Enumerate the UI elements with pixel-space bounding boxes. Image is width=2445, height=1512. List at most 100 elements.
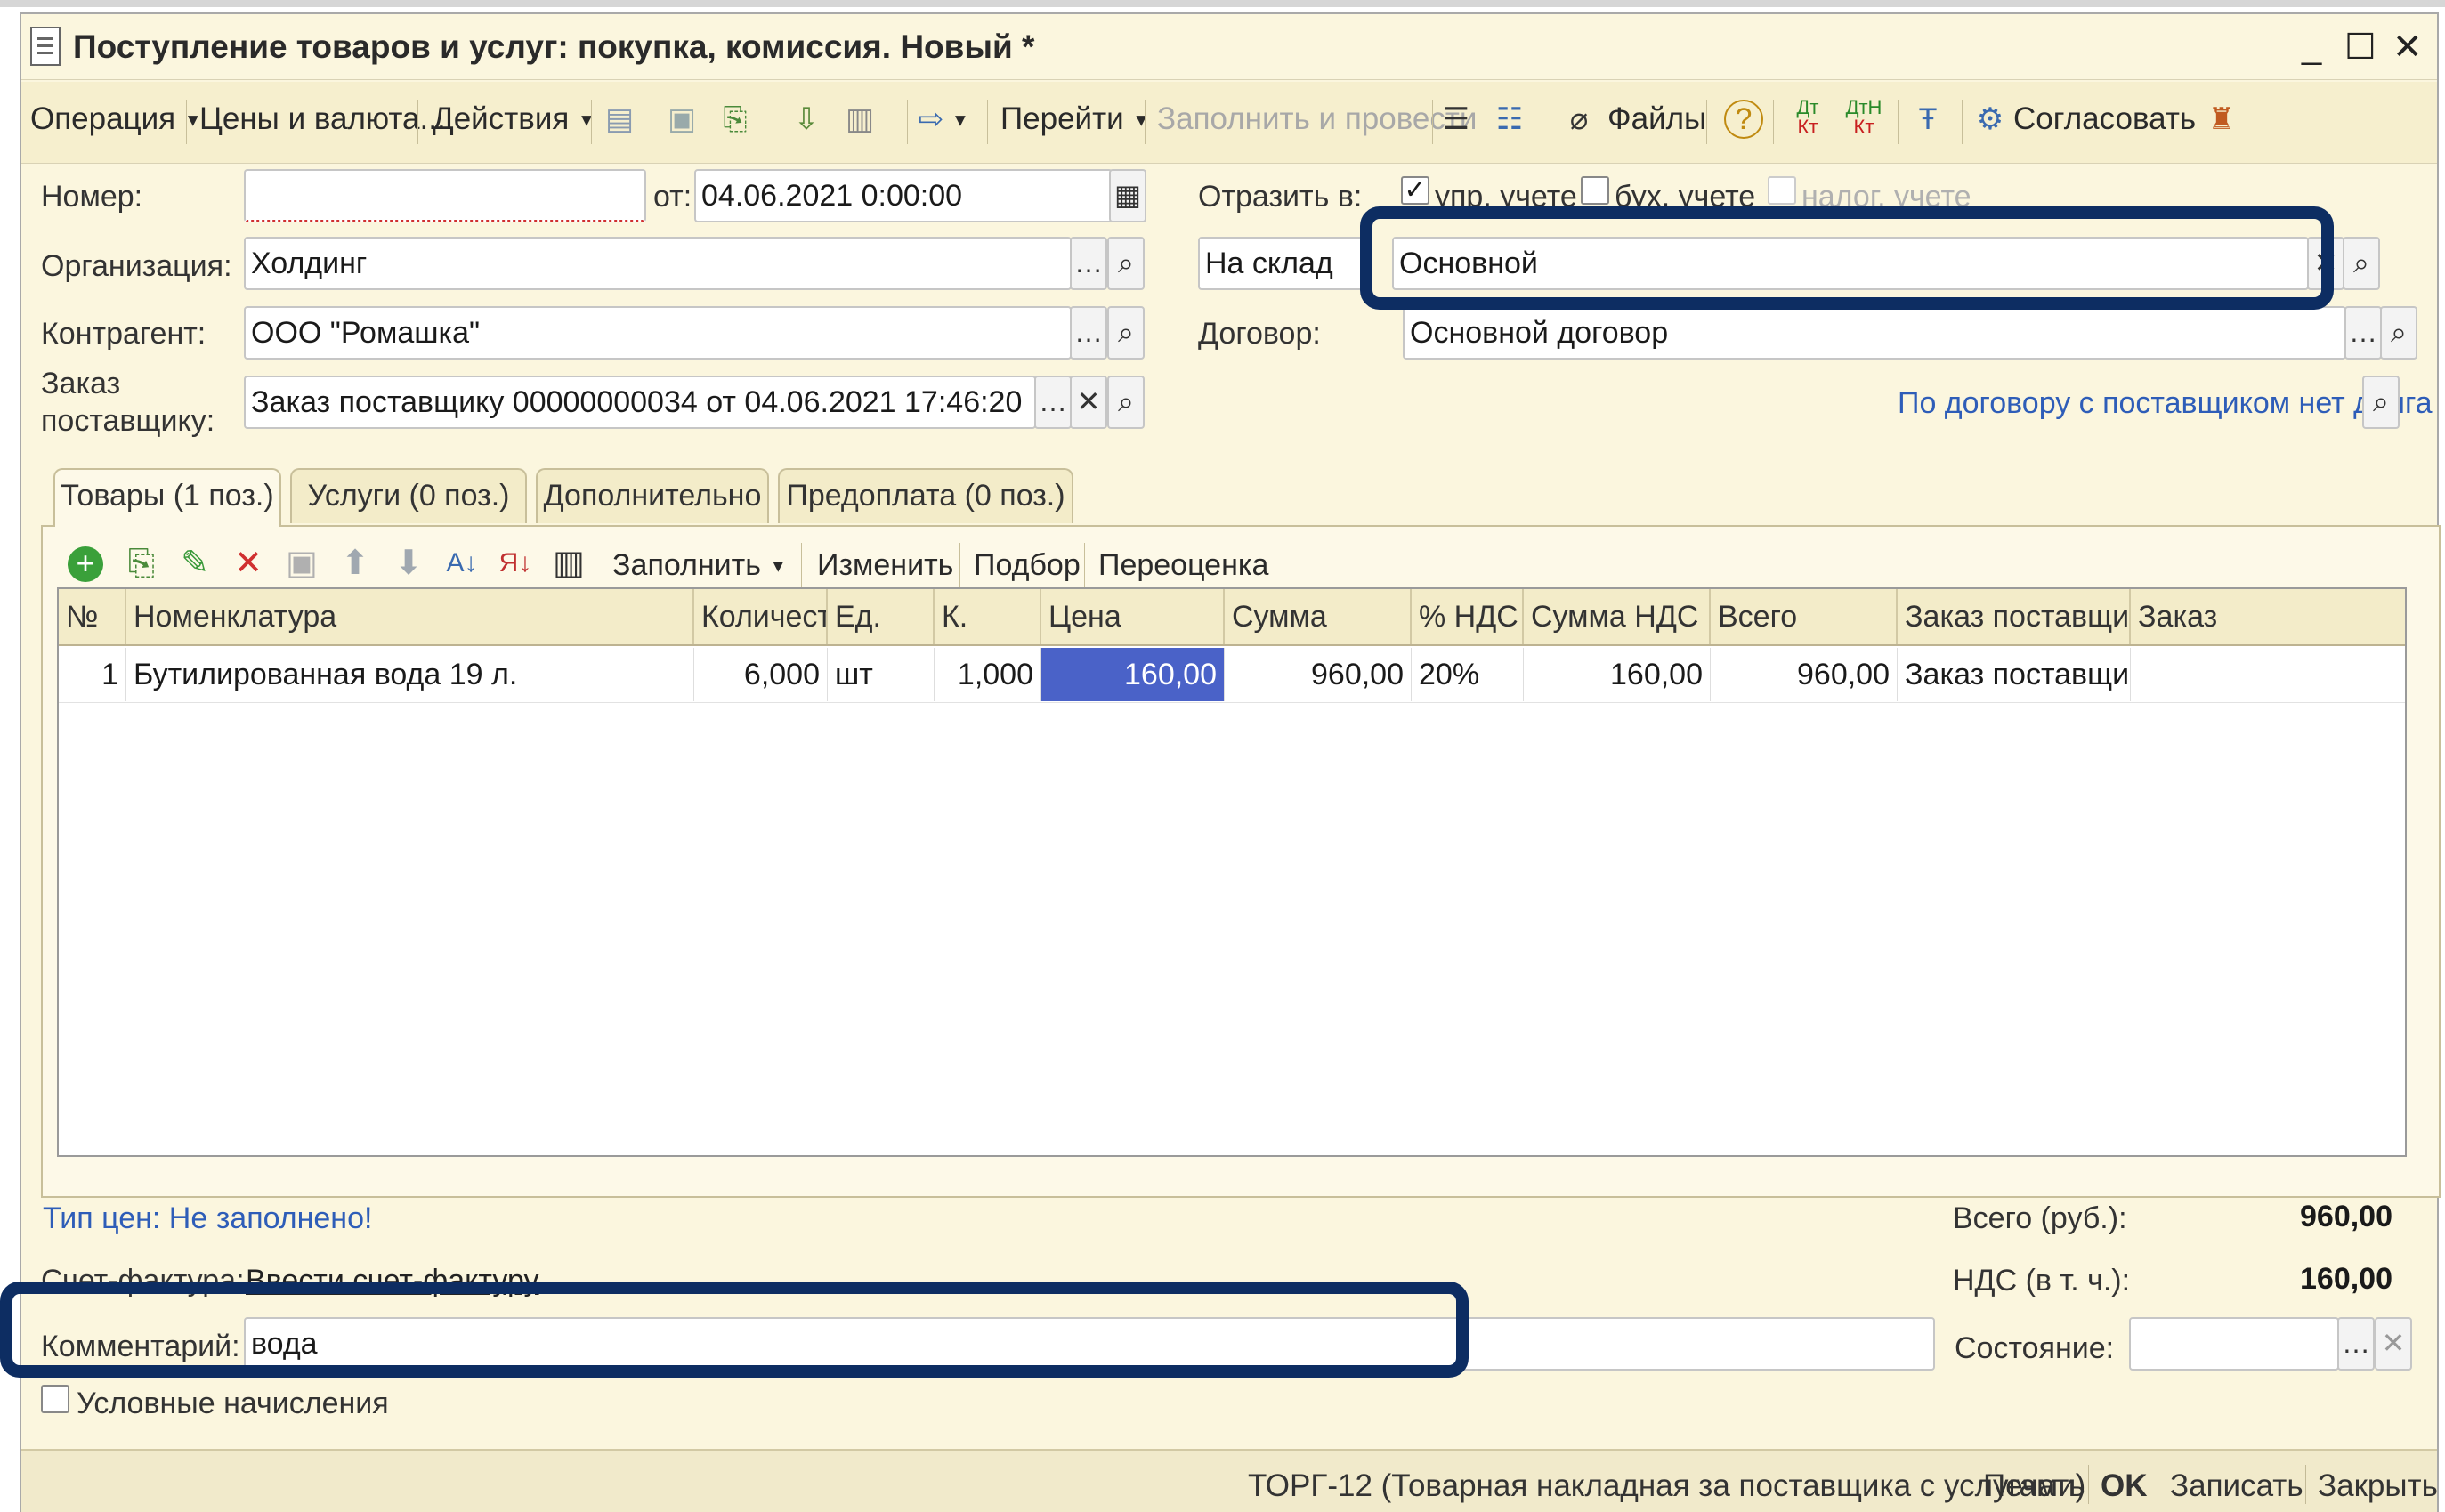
contract-input[interactable]: Основной договор bbox=[1403, 306, 2346, 360]
state-input[interactable] bbox=[2129, 1317, 2339, 1371]
maximize-button[interactable]: ☐ bbox=[2344, 27, 2376, 68]
contract-select-button[interactable]: … bbox=[2344, 306, 2382, 360]
files-button[interactable]: Файлы bbox=[1607, 101, 1706, 137]
approve-button[interactable]: Согласовать bbox=[2013, 101, 2196, 137]
end-edit-icon[interactable]: ▣ bbox=[281, 543, 322, 584]
edit-grid-button[interactable]: Изменить bbox=[817, 548, 953, 583]
cell-supplier-order[interactable]: Заказ поставщи... bbox=[1898, 648, 2131, 701]
tab-services[interactable]: Услуги (0 поз.) bbox=[290, 468, 527, 523]
col-header-number[interactable]: № bbox=[59, 589, 126, 644]
cell-coef[interactable]: 1,000 bbox=[935, 648, 1041, 701]
col-header-order[interactable]: Заказ bbox=[2131, 589, 2405, 644]
help-icon[interactable]: ? bbox=[1724, 100, 1763, 139]
torg12-print-button[interactable]: ТОРГ-12 (Товарная накладная за поставщик… bbox=[1248, 1468, 2085, 1504]
cell-unit[interactable]: шт bbox=[828, 648, 935, 701]
table-row[interactable]: 1 Бутилированная вода 19 л. 6,000 шт 1,0… bbox=[59, 648, 2405, 703]
reflect-acc-checkbox[interactable] bbox=[1581, 176, 1609, 205]
tab-prepayment[interactable]: Предоплата (0 поз.) bbox=[778, 468, 1073, 523]
reflect-mgmt-checkbox[interactable]: ✓ bbox=[1401, 176, 1429, 205]
minimize-button[interactable]: _ bbox=[2302, 27, 2321, 67]
counterparty-input[interactable]: ООО "Ромашка" bbox=[244, 306, 1072, 360]
actions-menu[interactable]: Действия ▼ bbox=[433, 101, 595, 137]
col-header-vat-rate[interactable]: % НДС bbox=[1412, 589, 1524, 644]
list-view-icon[interactable]: ☰ bbox=[1437, 98, 1476, 141]
organization-input[interactable]: Холдинг bbox=[244, 237, 1072, 290]
cell-qty[interactable]: 6,000 bbox=[694, 648, 828, 701]
debt-status-link[interactable]: По договору с поставщиком нет долга bbox=[1898, 386, 2433, 421]
goto-menu[interactable]: Перейти ▼ bbox=[1000, 101, 1150, 137]
calendar-icon[interactable]: ▦ bbox=[1109, 169, 1146, 222]
close-window-button[interactable]: ✕ bbox=[2392, 27, 2423, 68]
text-format-icon[interactable]: Ŧ bbox=[1908, 98, 1947, 141]
movements-icon[interactable]: ▥ bbox=[840, 98, 879, 141]
revaluation-button[interactable]: Переоценка bbox=[1098, 548, 1268, 583]
create-based-icon[interactable]: ⇩ bbox=[787, 98, 826, 141]
move-up-icon[interactable]: ⬆ bbox=[335, 543, 376, 584]
col-header-coef[interactable]: К. bbox=[935, 589, 1041, 644]
price-type-link[interactable]: Тип цен: Не заполнено! bbox=[43, 1201, 372, 1236]
goods-table[interactable]: № Номенклатура Количест... Ед. К. Цена С… bbox=[57, 587, 2407, 1157]
warehouse-search-icon[interactable]: ⌕ bbox=[2343, 237, 2380, 290]
conditional-charges-checkbox[interactable] bbox=[41, 1385, 69, 1413]
cell-vat-sum[interactable]: 160,00 bbox=[1524, 648, 1711, 701]
col-header-sum[interactable]: Сумма bbox=[1225, 589, 1412, 644]
structure-icon[interactable]: ⇨ bbox=[911, 98, 951, 141]
ok-button[interactable]: OK bbox=[2101, 1468, 2148, 1504]
cell-price[interactable]: 160,00 bbox=[1041, 648, 1225, 701]
reflect-tax-checkbox[interactable] bbox=[1768, 176, 1796, 205]
supplier-order-select-button[interactable]: … bbox=[1034, 376, 1072, 429]
dt-n-kt-icon[interactable]: ДтН Кт bbox=[1844, 98, 1883, 141]
delete-row-icon[interactable]: ✕ bbox=[228, 543, 269, 584]
col-header-price[interactable]: Цена bbox=[1041, 589, 1225, 644]
col-header-vat-sum[interactable]: Сумма НДС bbox=[1524, 589, 1711, 644]
supplier-order-input[interactable]: Заказ поставщику 00000000034 от 04.06.20… bbox=[244, 376, 1036, 429]
prices-currency-button[interactable]: Цены и валюта... bbox=[199, 101, 446, 137]
state-select-button[interactable]: … bbox=[2337, 1317, 2375, 1371]
approve-icon[interactable]: ⚙ bbox=[1971, 98, 2010, 141]
col-header-qty[interactable]: Количест... bbox=[694, 589, 828, 644]
tab-goods[interactable]: Товары (1 поз.) bbox=[53, 468, 281, 527]
cell-vat-rate[interactable]: 20% bbox=[1412, 648, 1524, 701]
unpost-icon[interactable]: ▣ bbox=[662, 98, 701, 141]
structure-dropdown[interactable]: ▼ bbox=[951, 101, 969, 137]
supplier-order-clear-icon[interactable]: ✕ bbox=[1070, 376, 1107, 429]
add-row-icon[interactable]: + bbox=[68, 546, 103, 582]
fill-and-post-button[interactable]: Заполнить и провести bbox=[1157, 101, 1477, 137]
edit-row-icon[interactable]: ✎ bbox=[174, 543, 215, 584]
organization-select-button[interactable]: … bbox=[1070, 237, 1107, 290]
sort-asc-icon[interactable]: A↓ bbox=[441, 543, 482, 584]
sort-desc-icon[interactable]: Я↓ bbox=[495, 543, 536, 584]
cell-item[interactable]: Бутилированная вода 19 л. bbox=[126, 648, 694, 701]
debt-search-icon[interactable]: ⌕ bbox=[2362, 376, 2400, 429]
contract-search-icon[interactable]: ⌕ bbox=[2380, 306, 2417, 360]
supplier-order-search-icon[interactable]: ⌕ bbox=[1107, 376, 1145, 429]
cell-total[interactable]: 960,00 bbox=[1711, 648, 1898, 701]
number-input[interactable] bbox=[244, 169, 646, 222]
route-icon[interactable]: ♜ bbox=[2202, 98, 2241, 141]
col-header-total[interactable]: Всего bbox=[1711, 589, 1898, 644]
cell-sum[interactable]: 960,00 bbox=[1225, 648, 1412, 701]
save-button[interactable]: Записать bbox=[2170, 1468, 2303, 1504]
copy-document-icon[interactable]: ⎘ bbox=[716, 98, 755, 141]
print-button[interactable]: Печать bbox=[1983, 1468, 2085, 1504]
col-header-unit[interactable]: Ед. bbox=[828, 589, 935, 644]
state-clear-icon[interactable]: ✕ bbox=[2375, 1317, 2412, 1371]
cell-order[interactable] bbox=[2131, 648, 2405, 701]
organization-search-icon[interactable]: ⌕ bbox=[1107, 237, 1145, 290]
tree-view-icon[interactable]: ☷ bbox=[1490, 98, 1529, 141]
paperclip-icon[interactable]: ⌀ bbox=[1559, 98, 1599, 141]
warehouse-kind-input[interactable]: На склад bbox=[1198, 237, 1369, 290]
close-button[interactable]: Закрыть bbox=[2318, 1468, 2438, 1504]
barcode-icon[interactable]: ▥ bbox=[548, 543, 589, 584]
dt-kt-icon[interactable]: Дт Кт bbox=[1788, 98, 1827, 141]
counterparty-select-button[interactable]: … bbox=[1070, 306, 1107, 360]
move-down-icon[interactable]: ⬇ bbox=[388, 543, 429, 584]
tab-additional[interactable]: Дополнительно bbox=[536, 468, 769, 523]
counterparty-search-icon[interactable]: ⌕ bbox=[1107, 306, 1145, 360]
cell-number[interactable]: 1 bbox=[59, 648, 126, 701]
copy-row-icon[interactable]: ⎘ bbox=[121, 543, 162, 584]
col-header-supplier-order[interactable]: Заказ поставщи... bbox=[1898, 589, 2131, 644]
col-header-item[interactable]: Номенклатура bbox=[126, 589, 694, 644]
fill-grid-menu[interactable]: Заполнить ▼ bbox=[612, 548, 787, 583]
operation-menu[interactable]: Операция ▼ bbox=[30, 101, 202, 137]
